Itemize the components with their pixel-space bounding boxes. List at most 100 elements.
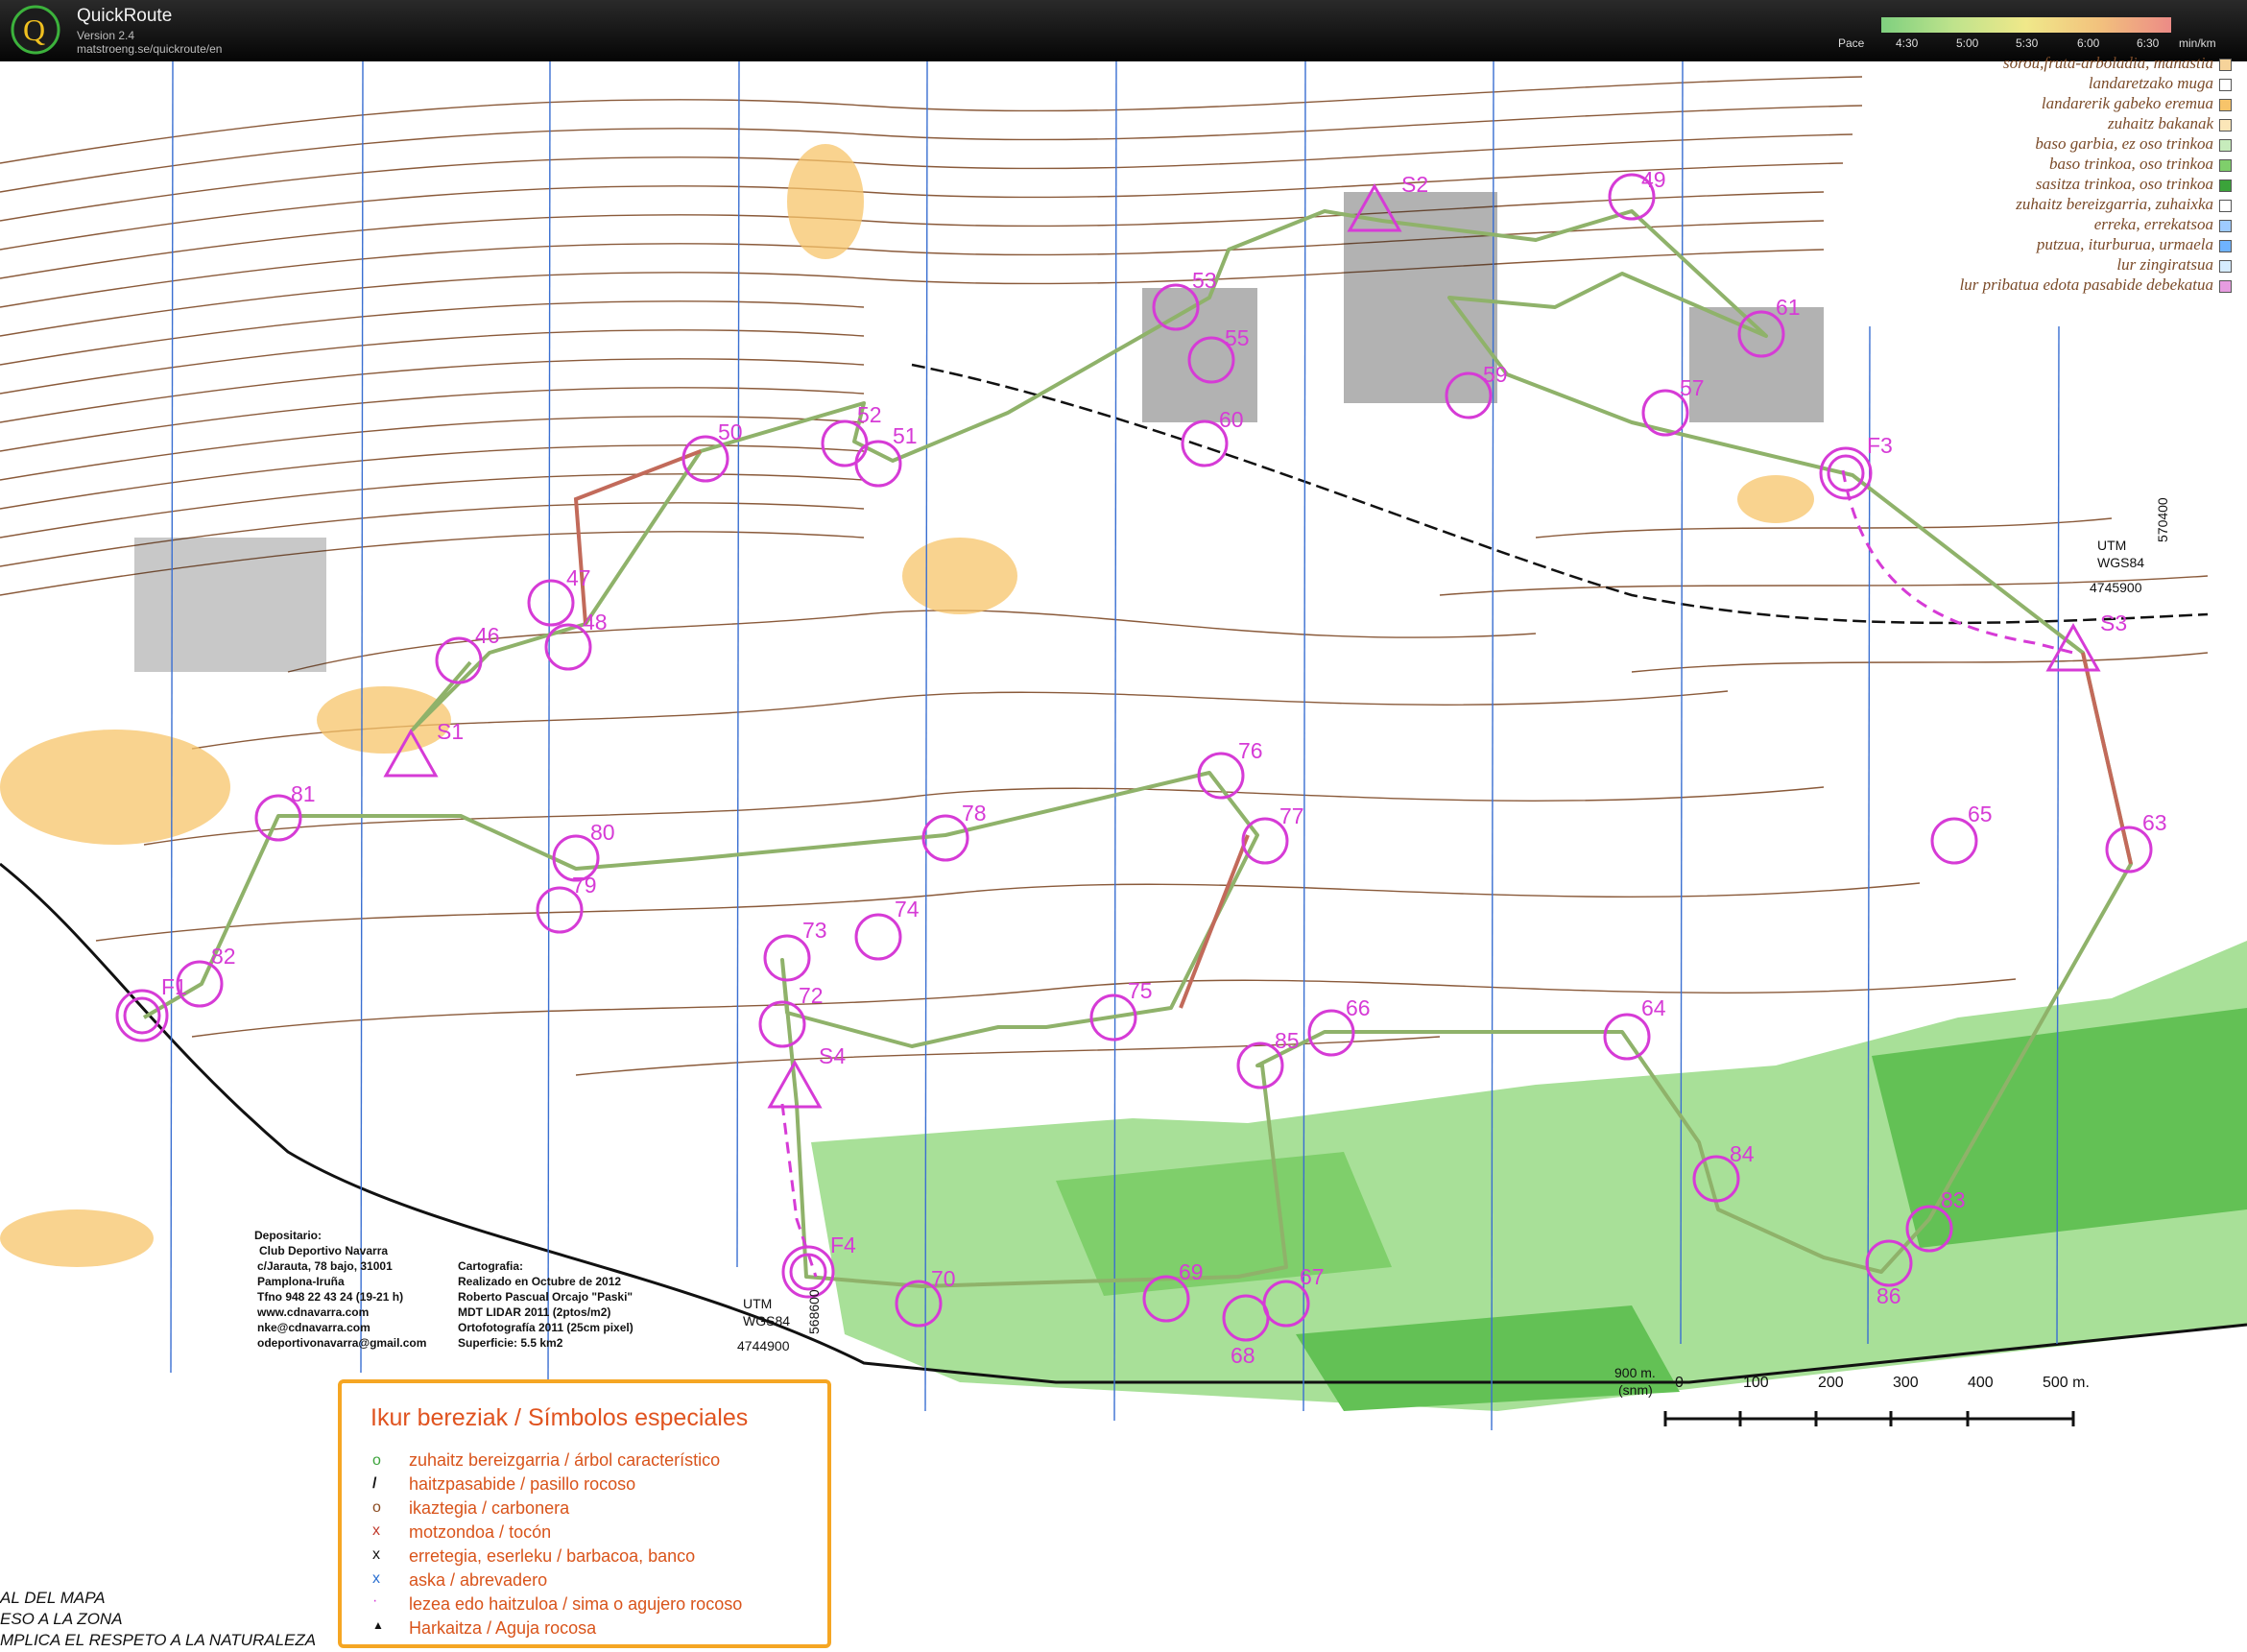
pace-tick: 5:00 (1956, 36, 1979, 50)
control-number: 66 (1346, 995, 1371, 1020)
control-number: 49 (1641, 167, 1666, 192)
special-point-label: F4 (830, 1233, 856, 1257)
special-symbol-item: motzondoa / tocón (409, 1522, 552, 1542)
notice-line: ESO A LA ZONA (0, 1610, 123, 1628)
control-number: 46 (475, 623, 500, 648)
special-symbol-item: haitzpasabide / pasillo rocoso (409, 1474, 636, 1494)
pit-icon: · (372, 1592, 378, 1609)
special-symbol-item: erretegia, eserleku / barbacoa, banco (409, 1546, 696, 1566)
special-point-label: S4 (819, 1043, 846, 1068)
pace-unit: min/km (2179, 36, 2216, 50)
depositario-line: odeportivonavarra@gmail.com (257, 1336, 427, 1350)
utm-coordinate: 568600 (806, 1289, 822, 1334)
legend-entry: lur pribatua edota pasabide debekatua (1960, 275, 2232, 295)
control-number: 74 (895, 897, 920, 922)
legend-entry: sorou,fruta-arboladia, manastia (2003, 54, 2232, 73)
rocky-passage-icon: / (372, 1475, 377, 1492)
app-url-link[interactable]: matstroeng.se/quickroute/en (77, 42, 222, 56)
depositario-line: Pamplona-Iruña (257, 1275, 345, 1288)
control-number: 84 (1730, 1141, 1755, 1166)
control-number: 61 (1776, 295, 1801, 320)
control-number: 77 (1279, 803, 1304, 828)
depositario-line: www.cdnavarra.com (257, 1305, 370, 1319)
control-number: 69 (1179, 1259, 1204, 1284)
pace-tick: 4:30 (1896, 36, 1919, 50)
utm-label: WGS84 (2097, 555, 2145, 570)
special-symbols-legend: Ikur bereziak / Símbolos especiales o zu… (338, 1379, 831, 1648)
depositario-line: Club Deportivo Navarra (259, 1244, 389, 1257)
depositario-line: nke@cdnavarra.com (257, 1321, 371, 1334)
control-number: 75 (1128, 978, 1153, 1003)
depositario-line: Tfno 948 22 43 24 (19-21 h) (257, 1290, 404, 1304)
control-number: 60 (1219, 407, 1244, 432)
app-header-bar: Q QuickRoute Version 2.4 matstroeng.se/q… (0, 0, 2247, 61)
app-version: Version 2.4 (77, 29, 135, 42)
special-point-label: F1 (161, 974, 187, 999)
special-symbol-item: zuhaitz bereizgarria / árbol característ… (409, 1450, 721, 1470)
barbecue-icon: x (372, 1546, 380, 1563)
utm-coordinate: 4745900 (2090, 580, 2142, 595)
control-number: 83 (1941, 1187, 1966, 1212)
control-number: 57 (1680, 375, 1705, 400)
control-number: 65 (1968, 802, 1993, 826)
elevation-label: (snm) (1618, 1382, 1653, 1398)
quickroute-logo-icon: Q (11, 5, 60, 55)
control-number: 72 (799, 983, 824, 1008)
legend-entry: baso garbia, ez oso trinkoa (2035, 134, 2232, 154)
scale-label: 300 (1893, 1375, 1919, 1391)
control-number: 82 (211, 944, 236, 969)
control-number: 76 (1238, 738, 1263, 763)
cartografia-line: Roberto Pascual Orcajo "Paski" (458, 1290, 633, 1304)
app-title: QuickRoute (77, 6, 173, 26)
control-number: 55 (1225, 325, 1250, 350)
legend-entry: landarerik gabeko eremua (2042, 94, 2232, 113)
pace-tick: 6:30 (2137, 36, 2160, 50)
control-number: 63 (2142, 810, 2167, 835)
special-symbol-item: aska / abrevadero (409, 1570, 548, 1590)
control-number: 59 (1483, 362, 1508, 387)
legend-entry: baso trinkoa, oso trinkoa (2049, 155, 2232, 174)
charcoal-kiln-icon: o (372, 1499, 381, 1516)
legend-entry: erreka, errekatsoa (2094, 215, 2232, 234)
control-number: 78 (962, 801, 987, 826)
cartografia-line: Ortofotografía 2011 (25cm pixel) (458, 1321, 633, 1334)
control-number: 81 (291, 781, 316, 806)
legend-entry: landaretzako muga (2089, 74, 2232, 93)
pace-tick: 6:00 (2077, 36, 2100, 50)
control-number: 80 (590, 820, 615, 845)
notice-line: AL DEL MAPA (0, 1589, 106, 1607)
utm-label: UTM (2097, 538, 2127, 553)
control-number: 51 (893, 423, 918, 448)
elevation-label: 900 m. (1614, 1365, 1656, 1380)
scale-label: 400 (1968, 1375, 1994, 1391)
special-symbol-item: ikaztegia / carbonera (409, 1498, 570, 1518)
cartografia-line: Cartografia: (458, 1259, 524, 1273)
utm-label: UTM (743, 1296, 773, 1311)
utm-coordinate: 570400 (2155, 497, 2170, 542)
control-number: 50 (718, 419, 743, 444)
legend-entry: putzua, iturburua, urmaela (2037, 235, 2232, 254)
legend-entry: zuhaitz bakanak (2108, 114, 2232, 133)
control-number: 48 (583, 610, 608, 634)
utm-coordinate: 4744900 (737, 1338, 790, 1353)
control-number: 68 (1231, 1343, 1255, 1368)
pace-label: Pace (1838, 36, 1865, 50)
legend-entry: sasitza trinkoa, oso trinkoa (2036, 175, 2232, 194)
notice-line: MPLICA EL RESPETO A LA NATURALEZA (0, 1631, 317, 1649)
depositario-line: Depositario: (254, 1229, 323, 1242)
tree-icon: o (372, 1452, 381, 1469)
scale-label: 0 (1675, 1375, 1684, 1391)
control-number: 52 (857, 402, 882, 427)
special-point-label: S1 (437, 719, 464, 744)
control-number: 47 (566, 565, 591, 590)
legend-entry: zuhaitz bereizgarria, zuhaixka (2016, 195, 2232, 214)
cartografia-line: MDT LIDAR 2011 (2ptos/m2) (458, 1305, 611, 1319)
control-number: 53 (1192, 268, 1217, 293)
scale-label: 200 (1818, 1375, 1844, 1391)
control-number: 64 (1641, 995, 1666, 1020)
special-symbol-item: Harkaitza / Aguja rocosa (409, 1618, 597, 1638)
scale-label: 500 m. (2043, 1375, 2090, 1391)
special-point-label: S3 (2100, 611, 2127, 635)
control-number: 73 (802, 918, 827, 943)
control-number: 79 (572, 873, 597, 898)
